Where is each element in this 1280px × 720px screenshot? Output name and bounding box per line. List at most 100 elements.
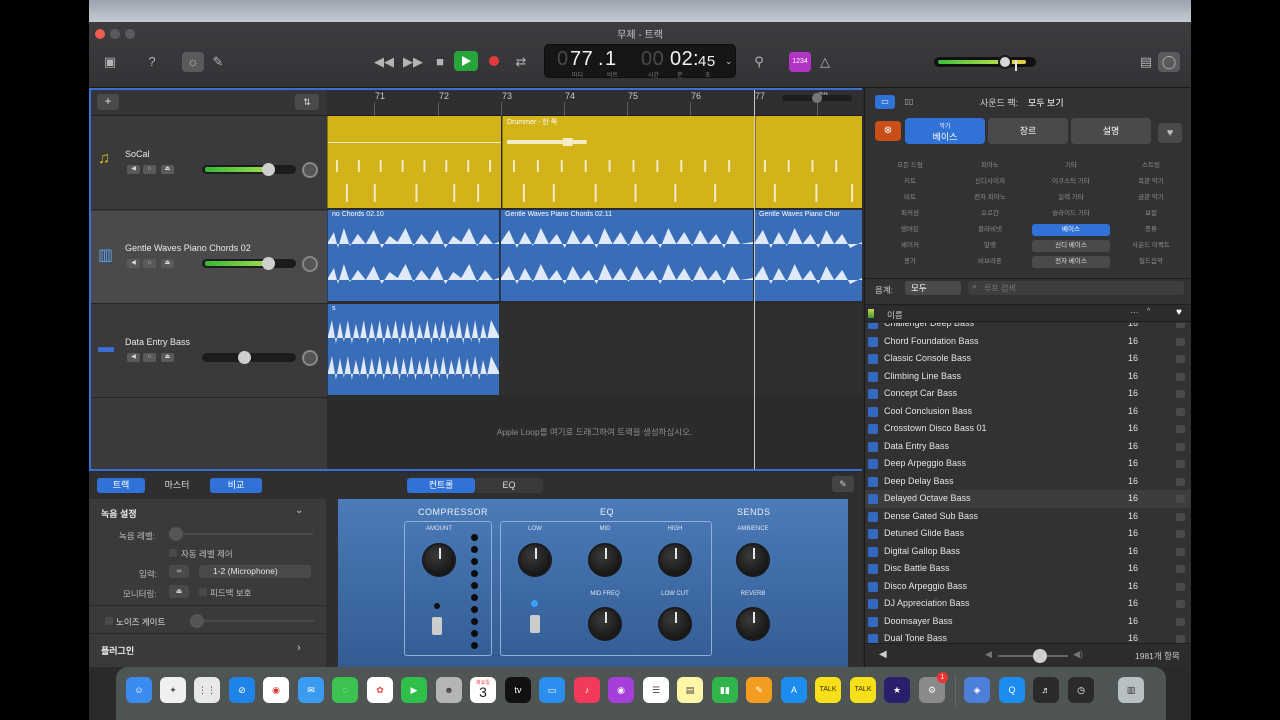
loop-favorite-checkbox[interactable]	[1176, 495, 1185, 503]
track-volume-slider[interactable]	[202, 351, 296, 364]
cycle-icon[interactable]: ⇄	[510, 52, 532, 72]
chevron-down-icon[interactable]: ⌄	[295, 505, 303, 516]
keyword-button[interactable]: 일렉 기타	[1032, 192, 1110, 204]
loop-row[interactable]: DJ Appreciation Bass 16	[865, 595, 1191, 613]
music-icon[interactable]: ♪	[574, 677, 600, 703]
keyword-button[interactable]: 비브라폰	[951, 256, 1029, 268]
garageband-icon[interactable]: ♬	[1033, 677, 1059, 703]
screen-sharing-icon[interactable]: ◈	[964, 677, 990, 703]
loop-row[interactable]: Disco Arpeggio Bass 16	[865, 578, 1191, 596]
record-enable-icon[interactable]: ⏏	[161, 353, 174, 362]
notepad-icon[interactable]: ▤	[1135, 52, 1157, 72]
loop-row[interactable]: Concept Car Bass 16	[865, 385, 1191, 403]
kakaotalk-alt-icon[interactable]: TALK	[850, 677, 876, 703]
loop-favorite-checkbox[interactable]	[1176, 512, 1185, 521]
loop-row[interactable]: Data Entry Bass 16	[865, 438, 1191, 456]
beats-column-header[interactable]: ···	[1130, 307, 1139, 317]
low-knob[interactable]	[518, 543, 552, 577]
input-select[interactable]: 1-2 (Microphone)	[199, 565, 311, 578]
loop-favorite-checkbox[interactable]	[1176, 547, 1185, 556]
loop-row[interactable]: Crosstown Disco Bass 01 16	[865, 420, 1191, 438]
loop-row[interactable]: Deep Delay Bass 16	[865, 473, 1191, 491]
piano-region[interactable]: no Chords 02.10	[327, 210, 499, 301]
mute-icon[interactable]: ◀	[127, 353, 140, 362]
podcasts-icon[interactable]: ◉	[608, 677, 634, 703]
low-cut-knob[interactable]	[658, 607, 692, 641]
reverb-knob[interactable]	[736, 607, 770, 641]
keyword-button[interactable]: 종류	[1112, 224, 1190, 236]
smart-controls-icon[interactable]: ☼	[182, 52, 204, 72]
loop-row[interactable]: Detuned Glide Bass 16	[865, 525, 1191, 543]
lcd-chevron-down-icon[interactable]: ⌄	[725, 56, 733, 67]
tab-description[interactable]: 설명	[1071, 118, 1151, 144]
track-header-bass[interactable]: ▬ Data Entry Bass ◀ ∩ ⏏	[91, 305, 327, 398]
preview-volume-slider[interactable]	[998, 649, 1068, 663]
loop-row[interactable]: Chord Foundation Bass 16	[865, 333, 1191, 351]
tab-master[interactable]: 마스터	[151, 478, 203, 493]
reminders-icon[interactable]: ☰	[643, 677, 669, 703]
favorite-heart-icon[interactable]: ♥	[1158, 123, 1182, 143]
keyword-button[interactable]: 콩가	[871, 256, 949, 268]
high-knob[interactable]	[658, 543, 692, 577]
loop-favorite-checkbox[interactable]	[1176, 323, 1185, 328]
favorites-heart-icon[interactable]: ♥	[1176, 307, 1182, 318]
timeline-ruler[interactable]: 71 72 73 74 75 76 77 78	[327, 90, 862, 116]
safari-icon[interactable]: ⊘	[229, 677, 255, 703]
feedback-checkbox[interactable]	[199, 588, 207, 596]
track-volume-slider[interactable]	[202, 257, 296, 270]
finder-icon[interactable]: ☺	[126, 677, 152, 703]
loop-favorite-checkbox[interactable]	[1176, 477, 1185, 486]
rewind-icon[interactable]: ◀◀	[373, 52, 395, 72]
quicktime-icon[interactable]: Q	[999, 677, 1025, 703]
contacts-icon[interactable]: ☻	[436, 677, 462, 703]
keyword-button[interactable]: 클라비넷	[951, 224, 1029, 236]
loop-row[interactable]: Challenger Deep Bass 16	[865, 323, 1191, 333]
apple-tv-icon[interactable]: tv	[505, 677, 531, 703]
loop-row[interactable]: Classic Console Bass 16	[865, 350, 1191, 368]
pencil-icon[interactable]: ✎	[832, 476, 854, 492]
record-enable-icon[interactable]: ⏏	[161, 165, 174, 174]
keyword-button[interactable]: 탬버린	[871, 224, 949, 236]
tab-track[interactable]: 트랙	[97, 478, 145, 493]
piano-region[interactable]: Gentle Waves Piano Chords 02.11	[500, 210, 753, 301]
headphones-icon[interactable]: ∩	[143, 259, 156, 268]
loop-row[interactable]: Cool Conclusion Bass 16	[865, 403, 1191, 421]
loop-favorite-checkbox[interactable]	[1176, 617, 1185, 626]
loop-row[interactable]: Digital Gallop Bass 16	[865, 543, 1191, 561]
keynote-icon[interactable]: ▭	[539, 677, 565, 703]
sort-ascending-icon[interactable]: ^	[1147, 308, 1150, 315]
calendar-icon[interactable]: 화요일 3	[470, 677, 496, 703]
auto-level-checkbox[interactable]	[169, 549, 177, 557]
keyword-button[interactable]: 금관 악기	[1112, 192, 1190, 204]
eq-toggle[interactable]	[530, 615, 540, 633]
reset-icon[interactable]: ⊗	[875, 121, 901, 141]
tab-eq[interactable]: EQ	[475, 478, 543, 493]
activity-icon[interactable]: ◷	[1068, 677, 1094, 703]
add-track-button[interactable]: +	[97, 94, 119, 110]
loop-row[interactable]: Climbing Line Bass 16	[865, 368, 1191, 386]
keyword-button[interactable]: 신디사이저	[951, 176, 1029, 188]
playhead[interactable]	[754, 90, 755, 469]
drummer-region[interactable]: Drummer - 한 쪽	[502, 116, 754, 208]
noise-gate-checkbox[interactable]	[105, 617, 113, 625]
facetime-icon[interactable]: ▶	[401, 677, 427, 703]
keyword-button[interactable]: 피아노	[951, 160, 1029, 172]
loop-favorite-checkbox[interactable]	[1176, 355, 1185, 363]
trash-icon[interactable]: ▥	[1118, 677, 1144, 703]
loop-view-icon[interactable]: ▭	[875, 95, 895, 109]
loop-favorite-checkbox[interactable]	[1176, 372, 1185, 381]
loop-row[interactable]: Deep Arpeggio Bass 16	[865, 455, 1191, 473]
chevron-right-icon[interactable]: ›	[297, 642, 301, 654]
keyword-button[interactable]: 퍼커션	[871, 208, 949, 220]
loop-favorite-checkbox[interactable]	[1176, 407, 1185, 416]
loop-favorite-checkbox[interactable]	[1176, 425, 1185, 433]
preview-speaker-icon[interactable]: ◀	[879, 649, 887, 660]
scale-select[interactable]: 모두	[905, 281, 961, 295]
keyword-button[interactable]: 전자 피아노	[951, 192, 1029, 204]
keyword-button[interactable]: 셰이커	[871, 240, 949, 252]
keyword-button[interactable]: 필드음악	[1112, 256, 1190, 268]
lcd-display[interactable]: 0 77 . 1 마디 비트 00 02 : 45 시간 분 초 ⌄	[544, 44, 736, 79]
imovie-icon[interactable]: ★	[884, 677, 910, 703]
keyword-button[interactable]: 스트링	[1112, 160, 1190, 172]
loop-favorite-checkbox[interactable]	[1176, 600, 1185, 608]
